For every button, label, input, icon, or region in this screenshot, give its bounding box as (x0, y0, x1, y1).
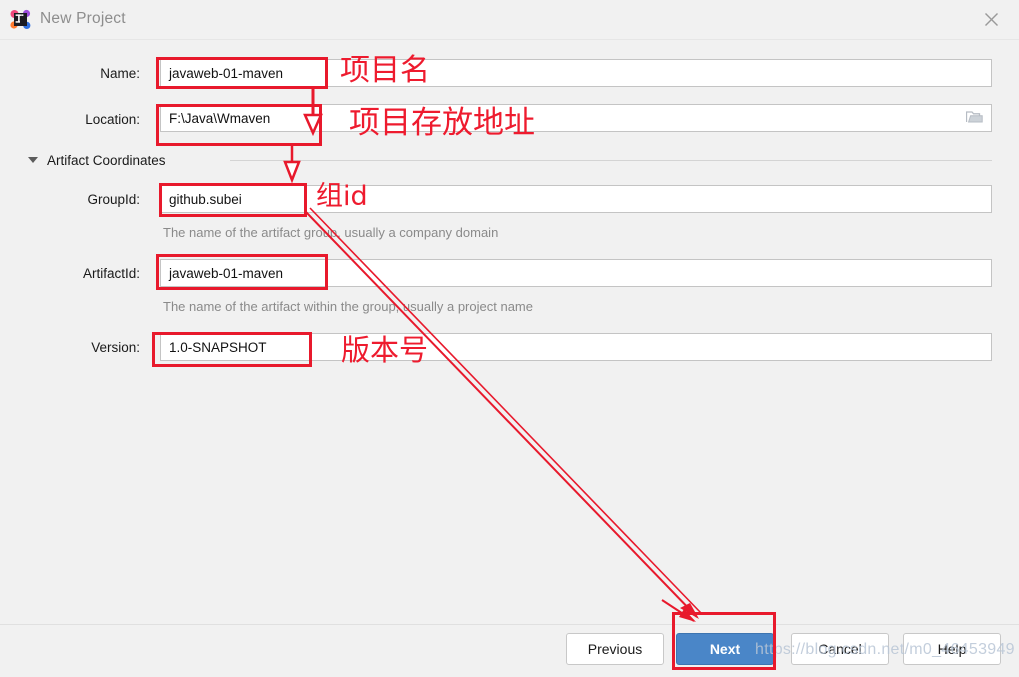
title-bar: New Project (0, 0, 1019, 40)
groupid-hint: The name of the artifact group, usually … (163, 225, 499, 240)
location-label: Location: (85, 112, 140, 127)
footer-divider (0, 624, 1019, 625)
folder-icon[interactable] (965, 110, 983, 127)
version-label: Version: (91, 340, 140, 355)
version-input[interactable]: 1.0-SNAPSHOT (160, 333, 992, 361)
watermark: https://blog.csdn.net/m0_46453949 (755, 641, 1015, 658)
intellij-idea-icon (10, 9, 31, 30)
new-project-dialog: New Project Name: javaweb-01-maven Locat… (0, 0, 1019, 677)
artifactid-input[interactable]: javaweb-01-maven (160, 259, 992, 287)
artifactid-hint: The name of the artifact within the grou… (163, 299, 533, 314)
location-input[interactable]: F:\Java\Wmaven (160, 104, 992, 132)
previous-button[interactable]: Previous (566, 633, 664, 665)
groupid-label: GroupId: (87, 192, 140, 207)
artifact-coordinates-label: Artifact Coordinates (47, 152, 166, 168)
window-title: New Project (40, 10, 126, 27)
close-icon[interactable] (963, 0, 1019, 38)
artifactid-label: ArtifactId: (82, 266, 140, 281)
chevron-down-icon (28, 157, 38, 163)
groupid-input[interactable]: github.subei (160, 185, 992, 213)
location-value: F:\Java\Wmaven (169, 110, 271, 126)
name-label: Name: (100, 66, 140, 81)
section-divider (230, 160, 992, 161)
artifact-coordinates-section-toggle[interactable]: Artifact Coordinates (28, 150, 166, 170)
name-input[interactable]: javaweb-01-maven (160, 59, 992, 87)
